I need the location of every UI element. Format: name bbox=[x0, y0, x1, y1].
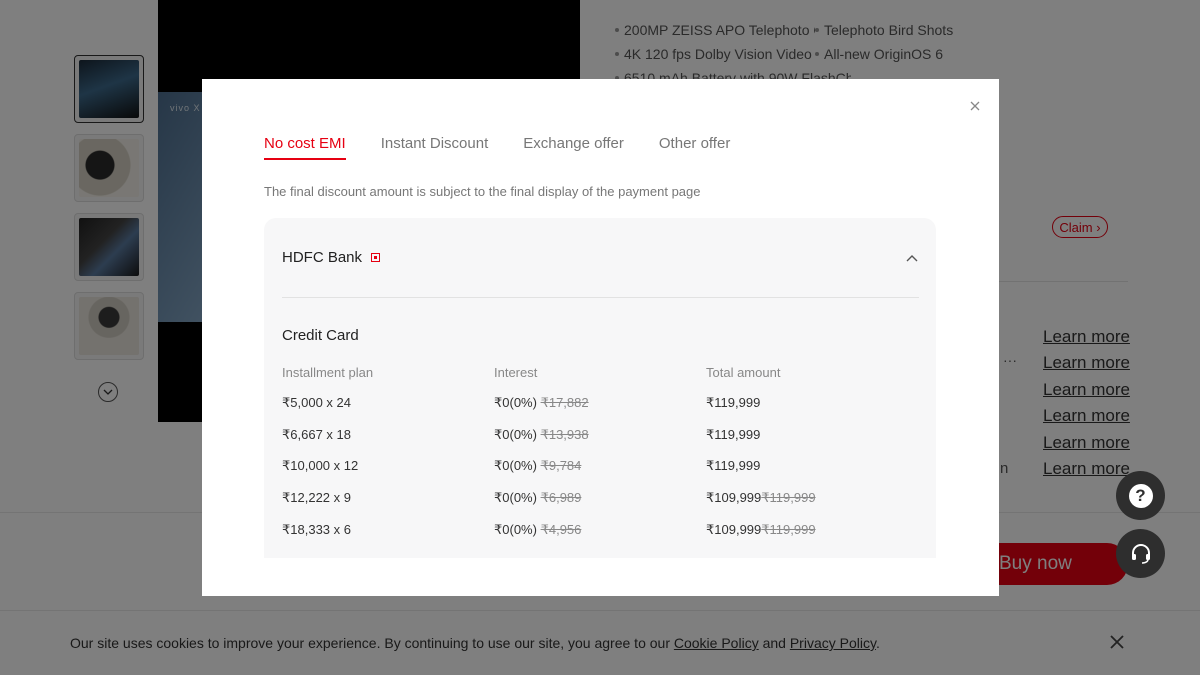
column-header-total: Total amount bbox=[706, 365, 781, 380]
card-type-title: Credit Card bbox=[282, 327, 359, 344]
help-button[interactable]: ? bbox=[1116, 471, 1165, 520]
installment-plan: ₹10,000 x 12 bbox=[282, 458, 359, 473]
table-row: ₹18,333 x 6 ₹0(0%) ₹4,956 ₹109,999₹119,9… bbox=[264, 522, 936, 542]
interest-value: ₹0(0%) bbox=[494, 458, 537, 473]
total-amount-cell: ₹109,999₹119,999 bbox=[706, 490, 816, 506]
table-row: ₹6,667 x 18 ₹0(0%) ₹13,938 ₹119,999 bbox=[264, 427, 936, 447]
bank-name: HDFC Bank bbox=[282, 249, 363, 266]
customer-support-button[interactable] bbox=[1116, 529, 1165, 578]
divider bbox=[282, 297, 919, 298]
total-amount: ₹109,999 bbox=[706, 522, 762, 537]
tab-no-cost-emi[interactable]: No cost EMI bbox=[264, 135, 346, 160]
total-amount: ₹119,999 bbox=[706, 427, 761, 442]
question-icon: ? bbox=[1128, 483, 1153, 508]
chevron-up-icon[interactable] bbox=[906, 254, 918, 262]
interest-value: ₹0(0%) bbox=[494, 395, 537, 410]
total-amount-cell: ₹109,999₹119,999 bbox=[706, 522, 816, 538]
tab-exchange-offer[interactable]: Exchange offer bbox=[523, 135, 624, 160]
table-row: ₹12,222 x 9 ₹0(0%) ₹6,989 ₹109,999₹119,9… bbox=[264, 490, 936, 510]
total-amount: ₹109,999 bbox=[706, 490, 762, 505]
interest-value: ₹0(0%) bbox=[494, 490, 537, 505]
installment-plan: ₹5,000 x 24 bbox=[282, 395, 351, 410]
tab-other-offer[interactable]: Other offer bbox=[659, 135, 730, 160]
column-header-installment: Installment plan bbox=[282, 365, 374, 380]
interest-cell: ₹0(0%) ₹13,938 bbox=[494, 427, 589, 443]
installment-plan: ₹12,222 x 9 bbox=[282, 490, 351, 505]
interest-old-value: ₹9,784 bbox=[540, 458, 582, 473]
total-old-amount: ₹119,999 bbox=[761, 522, 816, 537]
close-icon bbox=[970, 101, 980, 111]
offer-tabs: No cost EMI Instant Discount Exchange of… bbox=[264, 135, 765, 160]
interest-cell: ₹0(0%) ₹17,882 bbox=[494, 395, 589, 411]
table-row: ₹10,000 x 12 ₹0(0%) ₹9,784 ₹119,999 bbox=[264, 458, 936, 478]
table-row: ₹5,000 x 24 ₹0(0%) ₹17,882 ₹119,999 bbox=[264, 395, 936, 415]
cookie-close-button[interactable] bbox=[1108, 633, 1126, 651]
bank-header[interactable]: HDFC Bank bbox=[282, 249, 381, 266]
headset-icon bbox=[1131, 543, 1150, 564]
column-header-interest: Interest bbox=[494, 365, 538, 380]
interest-cell: ₹0(0%) ₹4,956 bbox=[494, 522, 581, 538]
hdfc-logo-icon bbox=[371, 253, 381, 262]
discount-notice: The final discount amount is subject to … bbox=[264, 184, 701, 199]
interest-old-value: ₹4,956 bbox=[540, 522, 582, 537]
total-amount: ₹119,999 bbox=[706, 395, 761, 410]
interest-value: ₹0(0%) bbox=[494, 522, 537, 537]
interest-old-value: ₹17,882 bbox=[540, 395, 589, 410]
interest-cell: ₹0(0%) ₹9,784 bbox=[494, 458, 581, 474]
interest-old-value: ₹13,938 bbox=[540, 427, 589, 442]
interest-old-value: ₹6,989 bbox=[540, 490, 582, 505]
modal-close-button[interactable] bbox=[968, 99, 982, 113]
close-icon bbox=[1110, 635, 1124, 649]
interest-value: ₹0(0%) bbox=[494, 427, 537, 442]
bank-emi-panel: HDFC Bank Credit Card Installment plan I… bbox=[264, 218, 936, 558]
installment-plan: ₹18,333 x 6 bbox=[282, 522, 351, 537]
offers-modal: No cost EMI Instant Discount Exchange of… bbox=[202, 79, 999, 596]
installment-plan: ₹6,667 x 18 bbox=[282, 427, 351, 442]
total-old-amount: ₹119,999 bbox=[761, 490, 816, 505]
total-amount: ₹119,999 bbox=[706, 458, 761, 473]
interest-cell: ₹0(0%) ₹6,989 bbox=[494, 490, 581, 506]
tab-instant-discount[interactable]: Instant Discount bbox=[381, 135, 489, 160]
